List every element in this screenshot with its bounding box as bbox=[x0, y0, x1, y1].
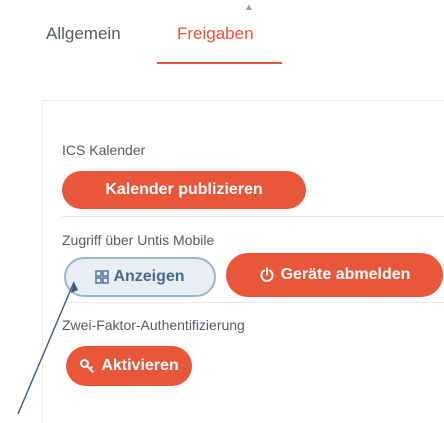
annotation-pointer bbox=[17, 281, 78, 415]
